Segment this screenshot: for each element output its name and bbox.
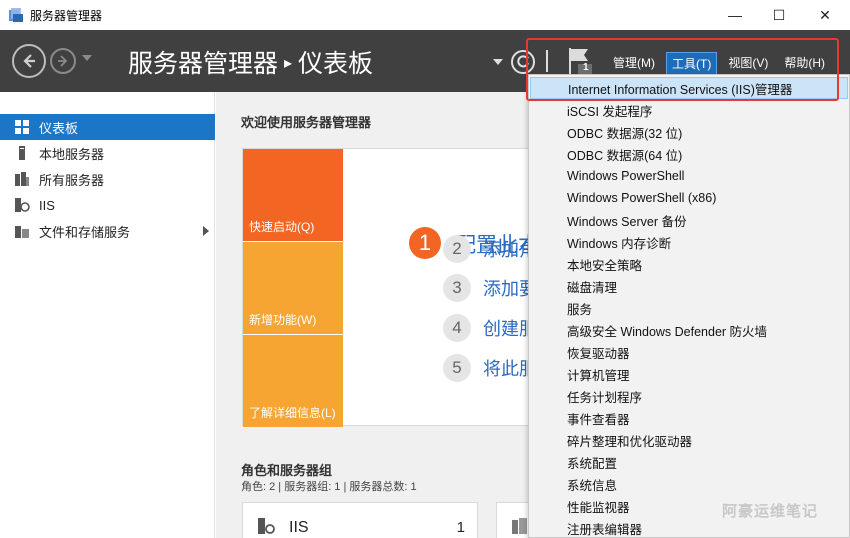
title-bar: 服务器管理器 — ☐ ✕	[0, 0, 850, 30]
tile-whats-new[interactable]: 新增功能(W)	[243, 242, 343, 334]
sidebar-item-dashboard[interactable]: 仪表板	[0, 114, 215, 140]
sidebar-item-all-servers[interactable]: 所有服务器	[0, 166, 215, 192]
tools-menu-item[interactable]: 任务计划程序	[530, 385, 848, 407]
role-card-iis[interactable]: IIS 1	[242, 502, 478, 538]
chevron-down-icon[interactable]	[493, 59, 503, 65]
tools-menu-item[interactable]: 本地安全策略	[530, 253, 848, 275]
breadcrumb-root: 服务器管理器	[128, 50, 279, 78]
sidebar-item-label: 仪表板	[39, 120, 79, 136]
tools-menu-item[interactable]: ODBC 数据源(32 位)	[530, 121, 848, 143]
tools-menu-item[interactable]: Windows 内存诊断	[530, 231, 848, 253]
roles-title: 角色和服务器组	[241, 463, 333, 478]
servers-icon	[512, 518, 527, 534]
iis-icon	[14, 197, 30, 213]
breadcrumb-page: 仪表板	[298, 50, 374, 78]
maximize-button[interactable]: ☐	[756, 0, 802, 30]
forward-button[interactable]	[50, 48, 76, 74]
role-name: IIS	[289, 519, 309, 536]
server-manager-icon	[9, 8, 23, 22]
tools-menu-item[interactable]: 磁盘清理	[530, 275, 848, 297]
chevron-right-icon[interactable]	[203, 226, 209, 236]
tools-menu-item[interactable]: 恢复驱动器	[530, 341, 848, 363]
welcome-panel: 快速启动(Q) 新增功能(W) 了解详细信息(L) 1 配置此本 2 添加角色 3…	[242, 148, 555, 427]
tools-menu-item[interactable]: 服务	[530, 297, 848, 319]
dashboard-icon	[14, 119, 30, 135]
tools-menu-item[interactable]: Windows PowerShell	[530, 165, 848, 187]
sidebar-item-iis[interactable]: IIS	[0, 192, 215, 218]
breadcrumb-separator-icon: ▸	[284, 55, 293, 73]
server-icon	[14, 145, 30, 161]
tools-menu-item[interactable]: iSCSI 发起程序	[530, 99, 848, 121]
tools-menu-item[interactable]: 系统配置	[530, 451, 848, 473]
tools-menu-item[interactable]: Windows Server 备份	[530, 209, 848, 231]
arrow-right-icon	[58, 55, 68, 67]
servers-icon	[14, 171, 30, 187]
tile-learn-more[interactable]: 了解详细信息(L)	[243, 335, 343, 427]
history-dropdown-icon[interactable]	[82, 55, 92, 61]
storage-icon	[14, 223, 30, 239]
close-button[interactable]: ✕	[802, 0, 848, 30]
sidebar: 仪表板 本地服务器 所有服务器 IIS 文件和存储服务	[0, 92, 215, 538]
watermark: 阿豪运维笔记	[722, 503, 819, 520]
iis-icon	[258, 518, 275, 534]
sidebar-item-file-storage[interactable]: 文件和存储服务	[0, 218, 215, 244]
welcome-title: 欢迎使用服务器管理器	[241, 115, 372, 130]
sidebar-item-label: 所有服务器	[39, 172, 105, 188]
breadcrumb: 服务器管理器 ▸ 仪表板	[128, 44, 373, 80]
sidebar-item-local-server[interactable]: 本地服务器	[0, 140, 215, 166]
tools-menu-item[interactable]: 高级安全 Windows Defender 防火墙	[530, 319, 848, 341]
minimize-button[interactable]: —	[712, 0, 758, 30]
roles-summary: 角色: 2 | 服务器组: 1 | 服务器总数: 1	[241, 481, 417, 493]
arrow-left-icon	[23, 54, 35, 68]
annotation-highlight-frame	[526, 38, 839, 101]
step-1-number: 1	[409, 227, 441, 259]
minimize-icon: —	[728, 7, 742, 23]
back-button[interactable]	[12, 44, 46, 78]
sidebar-item-label: IIS	[39, 197, 55, 213]
sidebar-item-label: 文件和存储服务	[39, 224, 131, 240]
close-icon: ✕	[819, 6, 831, 23]
tools-menu-item[interactable]: 事件查看器	[530, 407, 848, 429]
tools-menu-item[interactable]: 碎片整理和优化驱动器	[530, 429, 848, 451]
tile-quick-start[interactable]: 快速启动(Q)	[243, 149, 343, 241]
tools-menu-item[interactable]: 计算机管理	[530, 363, 848, 385]
sidebar-item-label: 本地服务器	[39, 146, 105, 162]
tools-menu-item[interactable]: Windows PowerShell (x86)	[530, 187, 848, 209]
window-title: 服务器管理器	[30, 9, 103, 23]
tools-dropdown-menu: Internet Information Services (IIS)管理器 i…	[528, 74, 850, 538]
tools-menu-item[interactable]: ODBC 数据源(64 位)	[530, 143, 848, 165]
maximize-icon: ☐	[772, 6, 786, 23]
role-count: 1	[456, 519, 465, 536]
tools-menu-item[interactable]: 系统信息	[530, 473, 848, 495]
